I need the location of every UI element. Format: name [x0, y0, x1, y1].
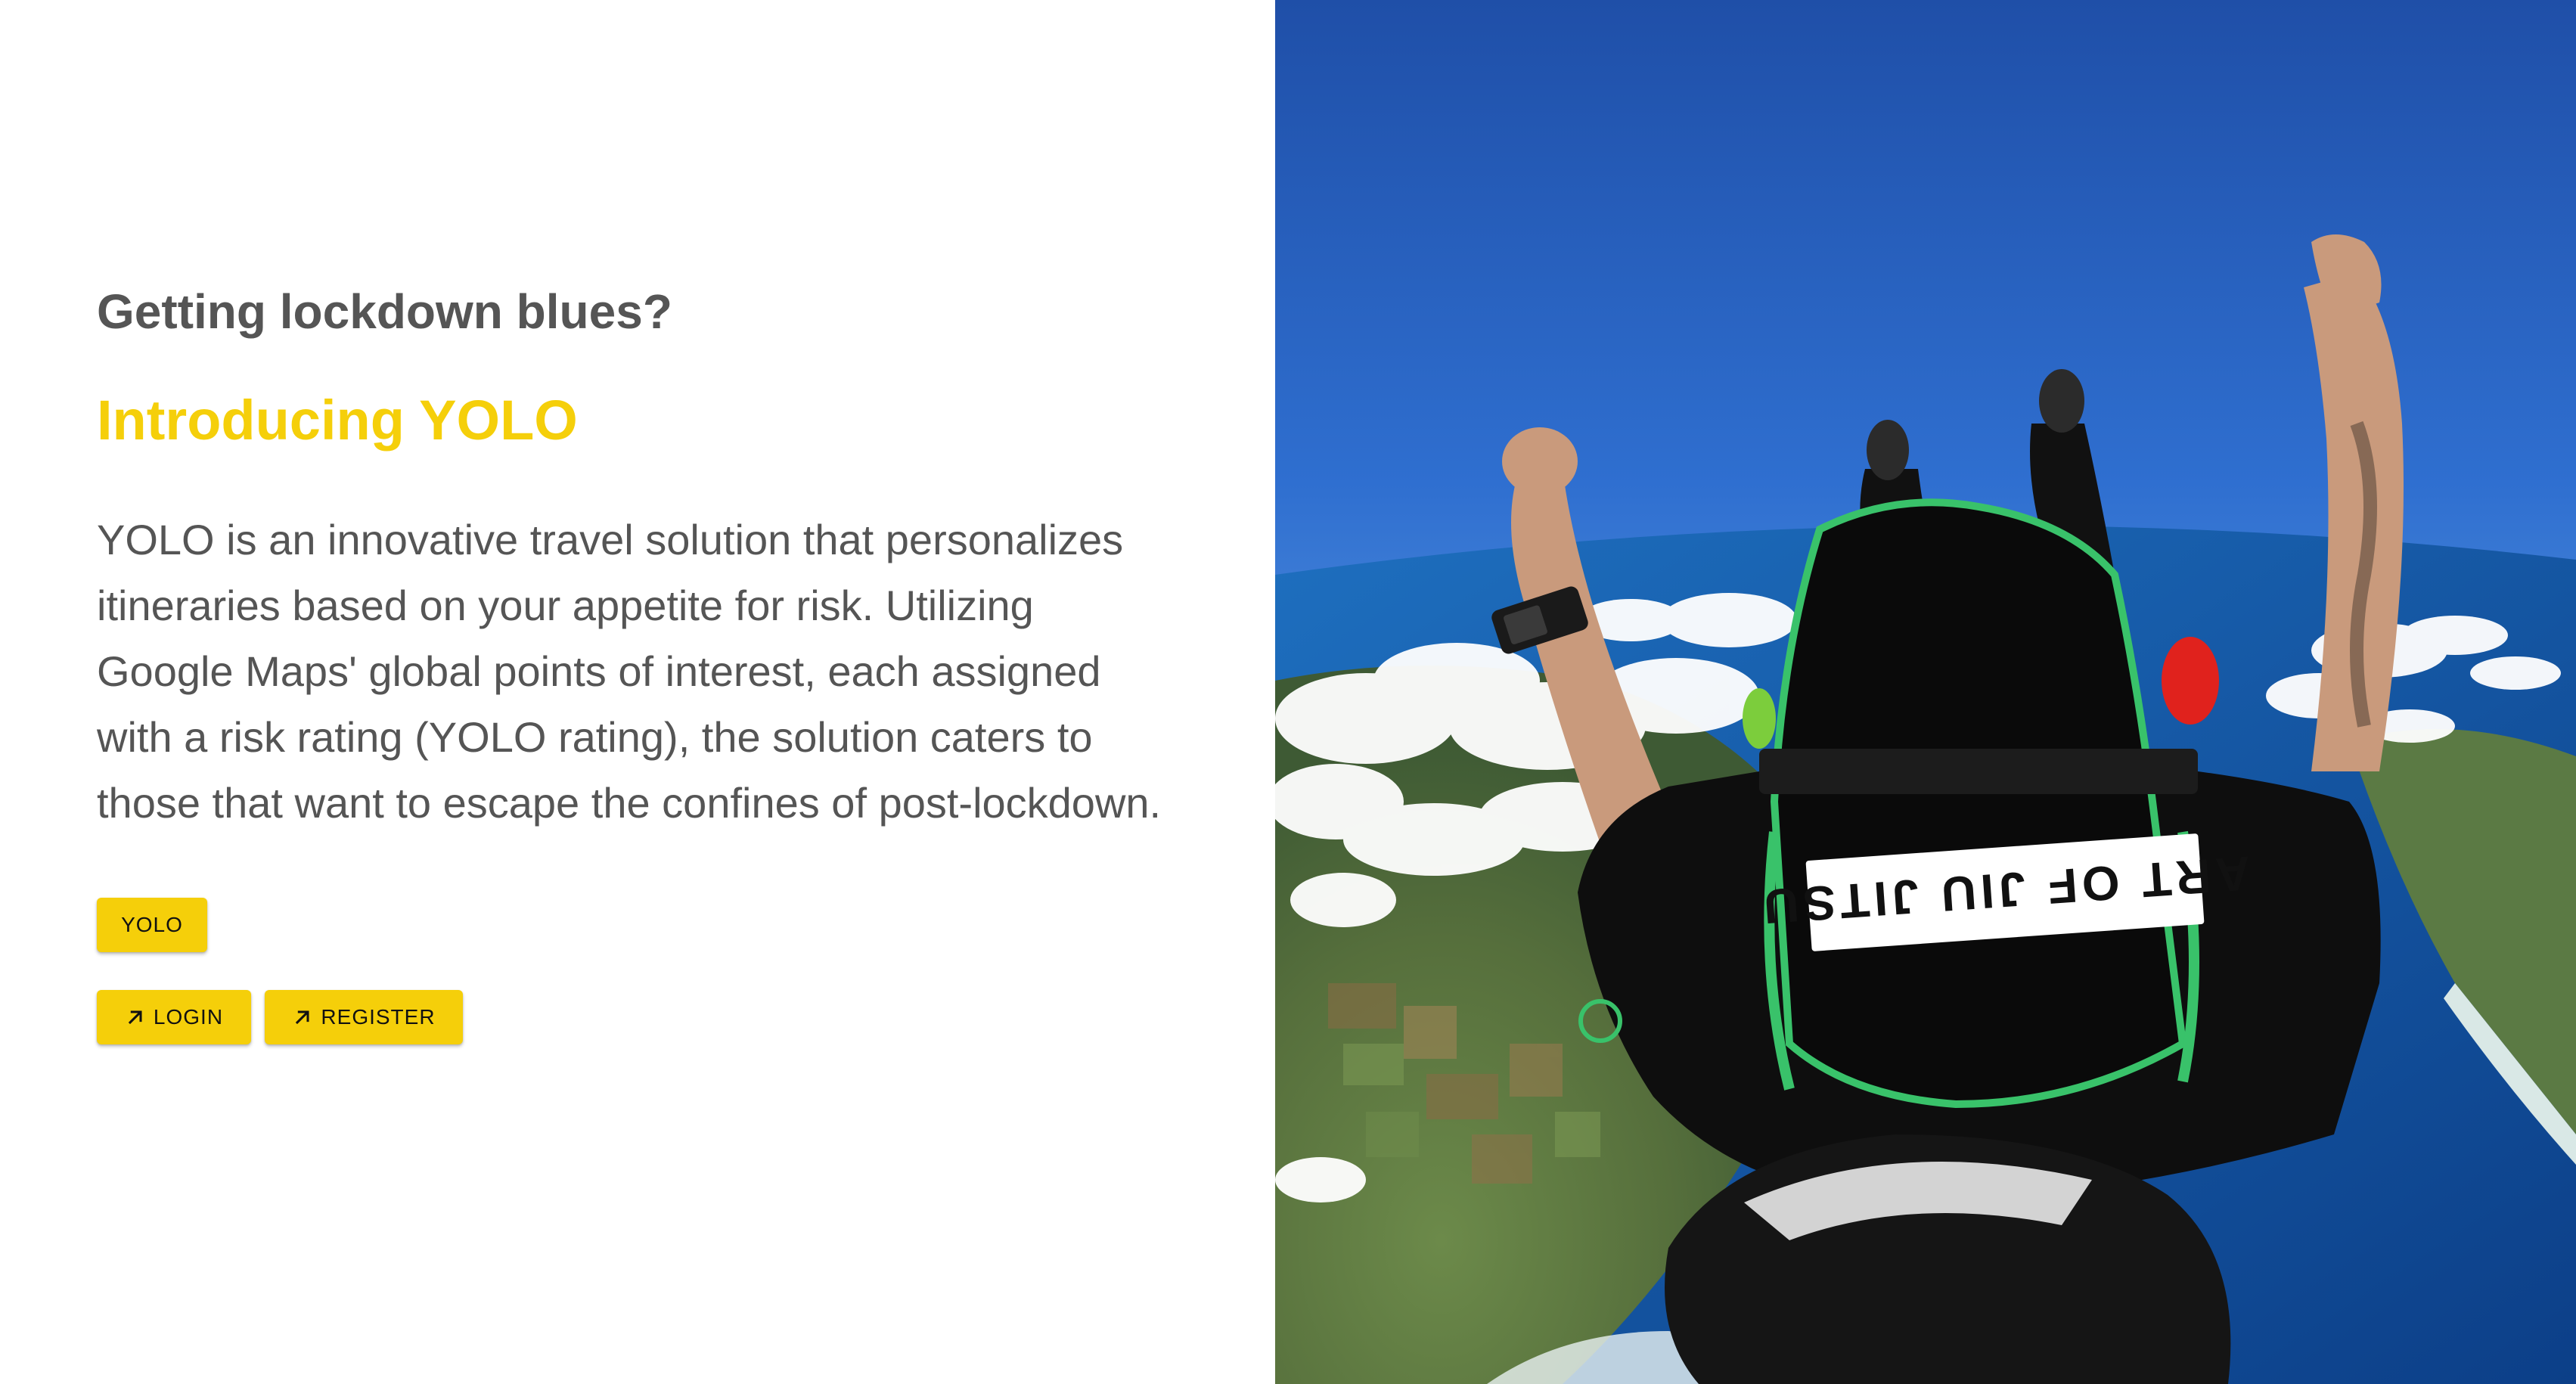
- skydiver-photo: ART OF JIU JITSU: [1275, 0, 2576, 1384]
- arrow-up-right-icon: [292, 1007, 313, 1028]
- auth-button-row: LOGIN REGISTER: [97, 990, 1275, 1044]
- skydiver-photo-illustration: ART OF JIU JITSU: [1275, 0, 2576, 1384]
- hero-text-panel: Getting lockdown blues? Introducing YOLO…: [0, 0, 1275, 1384]
- register-button[interactable]: REGISTER: [265, 990, 463, 1044]
- login-button[interactable]: LOGIN: [97, 990, 251, 1044]
- hero-headline: Introducing YOLO: [97, 389, 578, 452]
- yolo-button-label: YOLO: [121, 913, 183, 936]
- hero-description: YOLO is an innovative travel solution th…: [97, 516, 1162, 827]
- hero-subheading: Getting lockdown blues?: [97, 284, 672, 339]
- landing-page: Getting lockdown blues? Introducing YOLO…: [0, 0, 2576, 1384]
- login-button-label: LOGIN: [153, 1005, 224, 1029]
- primary-button-row: YOLO: [97, 898, 1275, 952]
- yolo-button[interactable]: YOLO: [97, 898, 207, 952]
- arrow-up-right-icon: [125, 1007, 146, 1028]
- register-button-label: REGISTER: [321, 1005, 436, 1029]
